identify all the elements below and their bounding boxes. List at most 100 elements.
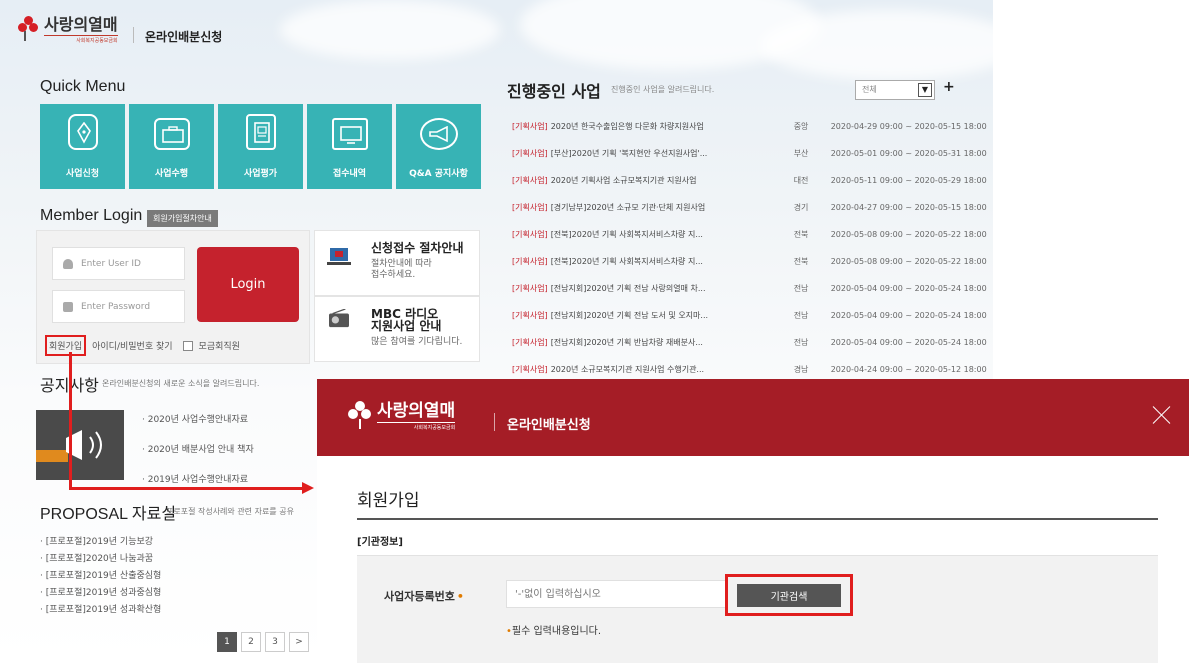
project-date: 2020-04-27 09:00 ~ 2020-05-15 18:00 [830,203,987,212]
mbc-radio-card[interactable]: MBC 라디오 지원사업 안내 많은 참여를 기다립니다. [314,296,480,362]
proposal-item[interactable]: · [프로포절]2020년 나눔과꿈 [40,551,161,568]
project-region: 전북 [793,257,809,266]
member-login-title: Member Login [40,207,143,224]
quick-tile-history[interactable]: 접수내역 [307,104,392,189]
notice-subtitle: 온라인배분신청의 새로운 소식을 알려드립니다. [102,379,260,388]
project-region: 경기 [793,203,809,212]
popup-logo: 사랑의열매 사회복지공동모금회 [347,401,456,431]
close-icon[interactable] [1150,403,1174,427]
apply-guide-card[interactable]: 신청접수 절차안내 절차안내에 따라 접수하세요. [314,230,480,296]
notice-item[interactable]: · 2020년 사업수행안내자료 [142,411,254,441]
signup-link[interactable]: 회원가입 [45,335,87,356]
password-input[interactable]: Enter Password [52,290,185,323]
logo-name: 사랑의열매 [44,15,118,34]
project-title: [전북]2020년 기획 사회복지서비스차량 지... [550,257,703,266]
page-next[interactable]: > [289,632,309,652]
project-title: [전남지회]2020년 기획 전남 도서 및 오지마... [550,311,709,320]
required-mark: • [456,590,464,603]
project-date: 2020-05-08 09:00 ~ 2020-05-22 18:00 [830,230,987,239]
project-row[interactable]: [기획사업] [전북]2020년 기획 사회복지서비스차량 지... 전북 2020-… [512,221,987,248]
lock-icon [63,301,73,312]
signup-guide-button[interactable]: 회원가입절차안내 [147,210,218,227]
project-row[interactable]: [기획사업] [부산]2020년 기획 '복지현안 우선지원사업'... 부산 202… [512,140,987,167]
notice-item[interactable]: · 2020년 배분사업 안내 책자 [142,441,254,471]
business-number-label: 사업자등록번호 • [384,588,464,604]
project-tag: [기획사업] [512,176,548,185]
header-divider [133,27,134,43]
page-3[interactable]: 3 [265,632,285,652]
project-date: 2020-04-24 09:00 ~ 2020-05-12 18:00 [830,365,987,374]
project-date: 2020-04-29 09:00 ~ 2020-05-15 18:00 [830,122,987,131]
monitor-icon [340,126,362,144]
user-icon [63,258,73,269]
project-tag: [기획사업] [512,284,548,293]
required-note: •필수 입력내용입니다. [506,622,601,637]
project-title: [전북]2020년 기획 사회복지서비스차량 지... [550,230,703,239]
project-region: 전남 [793,311,809,320]
fundraiser-label: 모금회직원 [198,342,240,352]
quick-tile-evaluate[interactable]: 사업평가 [218,104,303,189]
project-date: 2020-05-04 09:00 ~ 2020-05-24 18:00 [830,338,987,347]
annotation-arrow-vertical [69,352,72,489]
institution-search-button[interactable]: 기관검색 [737,584,841,607]
popup-header: 사랑의열매 사회복지공동모금회 온라인배분신청 [317,379,1189,456]
quick-tile-perform[interactable]: 사업수행 [129,104,214,189]
quick-tile-label: 사업수행 [154,169,189,179]
projects-filter-select[interactable]: 전체 ▼ [855,80,935,100]
service-title: 온라인배분신청 [145,30,223,44]
section-label: [기관정보] [357,537,403,548]
project-row[interactable]: [기획사업] [전북]2020년 기획 사회복지서비스차량 지... 전북 2020-… [512,248,987,275]
fundraiser-checkbox[interactable] [182,340,193,351]
project-region: 전남 [793,284,809,293]
proposal-item[interactable]: · [프로포절]2019년 산출중심형 [40,568,161,585]
project-region: 부산 [793,149,809,158]
quick-tile-label: 사업평가 [243,169,278,179]
quick-tile-apply[interactable]: 사업신청 [40,104,125,189]
annotation-arrow-horizontal [69,487,304,490]
projects-more-button[interactable]: + [943,79,955,95]
projects-list: [기획사업] 2020년 한국수출입은행 다문화 차량지원사업 중앙 2020-04-… [512,113,987,383]
notice-image [36,410,124,480]
business-number-input[interactable] [506,580,728,608]
login-button[interactable]: Login [197,247,299,322]
notice-item[interactable]: · 2019년 사업수행안내자료 [142,471,254,501]
quick-tile-qna[interactable]: Q&A 공지사항 [396,104,481,189]
proposal-subtitle: 프로포절 작성사례와 관련 자료를 공유 [166,507,294,516]
popup-title: 회원가입 [357,491,420,511]
project-tag: [기획사업] [512,338,548,347]
password-placeholder: Enter Password [81,301,151,312]
fruit-logo-icon [18,16,40,42]
login-links: 회원가입 아이디/비밀번호 찾기 모금회직원 [45,335,240,356]
proposal-item[interactable]: · [프로포절]2019년 성과확산형 [40,602,161,619]
project-tag: [기획사업] [512,122,548,131]
user-id-input[interactable]: Enter User ID [52,247,185,280]
find-account-link[interactable]: 아이디/비밀번호 찾기 [92,339,172,352]
guide-title: 신청접수 절차안내 [371,241,464,255]
project-date: 2020-05-01 09:00 ~ 2020-05-31 18:00 [830,149,987,158]
project-row[interactable]: [기획사업] [전남지회]2020년 기획 전남 사랑의열매 차... 전남 2020… [512,275,987,302]
annotation-arrow-head-icon [302,482,314,494]
business-number-label-text: 사업자등록번호 [384,590,455,603]
guide-sub: 많은 참여를 기다립니다. [371,337,463,347]
page-1[interactable]: 1 [217,632,237,652]
laptop-icon [327,248,351,265]
portal-logo[interactable]: 사랑의열매 사회복지공동모금회 [18,16,118,44]
proposal-list: · [프로포절]2019년 기능보강 · [프로포절]2020년 나눔과꿈 · … [40,534,161,619]
project-row[interactable]: [기획사업] [경기남부]2020년 소규모 기관·단체 지원사업 경기 2020-0… [512,194,987,221]
project-tag: [기획사업] [512,257,548,266]
project-date: 2020-05-11 09:00 ~ 2020-05-29 18:00 [830,176,987,185]
page-2[interactable]: 2 [241,632,261,652]
project-row[interactable]: [기획사업] [전남지회]2020년 기획 전남 도서 및 오지마... 전남 202… [512,302,987,329]
popup-body: 회원가입 [기관정보] 사업자등록번호• 기관검색 •필수 입력내용입니다. [317,456,1189,663]
project-region: 경남 [793,365,809,374]
project-region: 대전 [793,176,809,185]
chevron-down-icon: ▼ [918,83,932,97]
project-row[interactable]: [기획사업] 2020년 기획사업 소규모복지기관 지원사업 대전 2020-05-1… [512,167,987,194]
project-region: 전북 [793,230,809,239]
project-row[interactable]: [기획사업] 2020년 한국수출입은행 다문화 차량지원사업 중앙 2020-04-… [512,113,987,140]
quick-menu-title: Quick Menu [40,78,126,95]
project-row[interactable]: [기획사업] [전남지회]2020년 기획 반납차량 재배분사... 전남 2020-… [512,329,987,356]
project-title: [경기남부]2020년 소규모 기관·단체 지원사업 [550,203,706,212]
proposal-item[interactable]: · [프로포절]2019년 성과중심형 [40,585,161,602]
proposal-item[interactable]: · [프로포절]2019년 기능보강 [40,534,161,551]
